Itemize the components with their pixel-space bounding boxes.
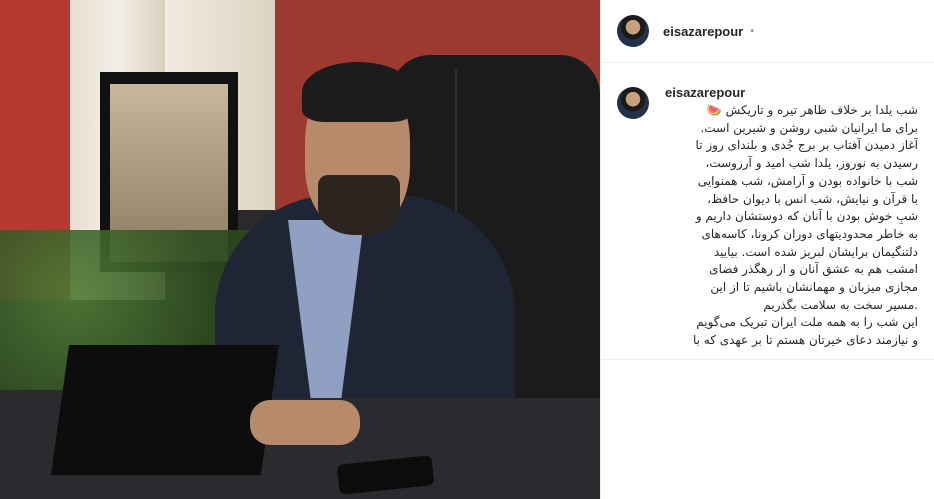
post-sidebar: eisazarepour • eisazarepour شب یلدا بر خ… — [600, 0, 934, 499]
caption-body: eisazarepour شب یلدا بر خلاف ظاهر تیره و… — [665, 85, 918, 355]
caption-avatar[interactable] — [617, 87, 649, 119]
photo-person-beard — [318, 175, 400, 235]
caption-username[interactable]: eisazarepour — [665, 85, 918, 100]
caption-line: شبِ خوش بودن با آنان که دوستشان داریم و — [695, 209, 918, 224]
caption-line: این شب را به همه ملت ایران تبریک می‌گویم — [696, 315, 918, 330]
photo-person-hair — [302, 62, 414, 122]
caption-line: امشب هم به عشق آنان و از رهگذر فضای — [709, 262, 918, 277]
caption-divider — [601, 359, 934, 360]
instagram-post: eisazarepour • eisazarepour شب یلدا بر خ… — [0, 0, 934, 499]
caption-line: .مسیر سخت به سلامت بگذریم — [763, 297, 918, 312]
caption-line: مجازی میزبان و مهمانشان باشیم تا از این — [710, 280, 918, 295]
caption-line: و نیازمند دعای خیرتان هستم تا بر عهدی که… — [692, 333, 918, 348]
caption-line: برای ما ایرانیان شبی روشن و شیرین است. — [700, 120, 918, 135]
caption-line: دلتنگیمان برایشان لبریز شده است. بیایید — [713, 244, 918, 259]
caption-text: شب یلدا بر خلاف ظاهر تیره و تاریکش 🍉 برا… — [665, 102, 918, 350]
header-username[interactable]: eisazarepour — [663, 24, 743, 39]
caption-line: شب یلدا بر خلاف ظاهر تیره و تاریکش 🍉 — [706, 103, 918, 117]
post-header: eisazarepour • — [601, 0, 934, 63]
avatar[interactable] — [617, 15, 649, 47]
photo-laptop — [50, 345, 280, 475]
header-separator: • — [749, 25, 756, 37]
caption-line: رسیدن به نوروز، یلدا شب امید و آرزوست، — [705, 156, 918, 171]
caption-comment: eisazarepour شب یلدا بر خلاف ظاهر تیره و… — [601, 63, 934, 355]
post-photo[interactable] — [0, 0, 600, 499]
photo-person-hand — [250, 400, 360, 445]
caption-line: به خاطر محدودیتهای دوران کرونا، کاسه‌های — [701, 226, 918, 241]
caption-line: آغاز دمیدن آفتاب بر برج جُدی و بلندای رو… — [695, 138, 918, 153]
caption-line: شب با خانواده بودن و آرامش، شب همنوایی — [697, 173, 918, 188]
caption-line: با قرآن و نیایش، شب انس با دیوان حافظ، — [707, 191, 918, 206]
